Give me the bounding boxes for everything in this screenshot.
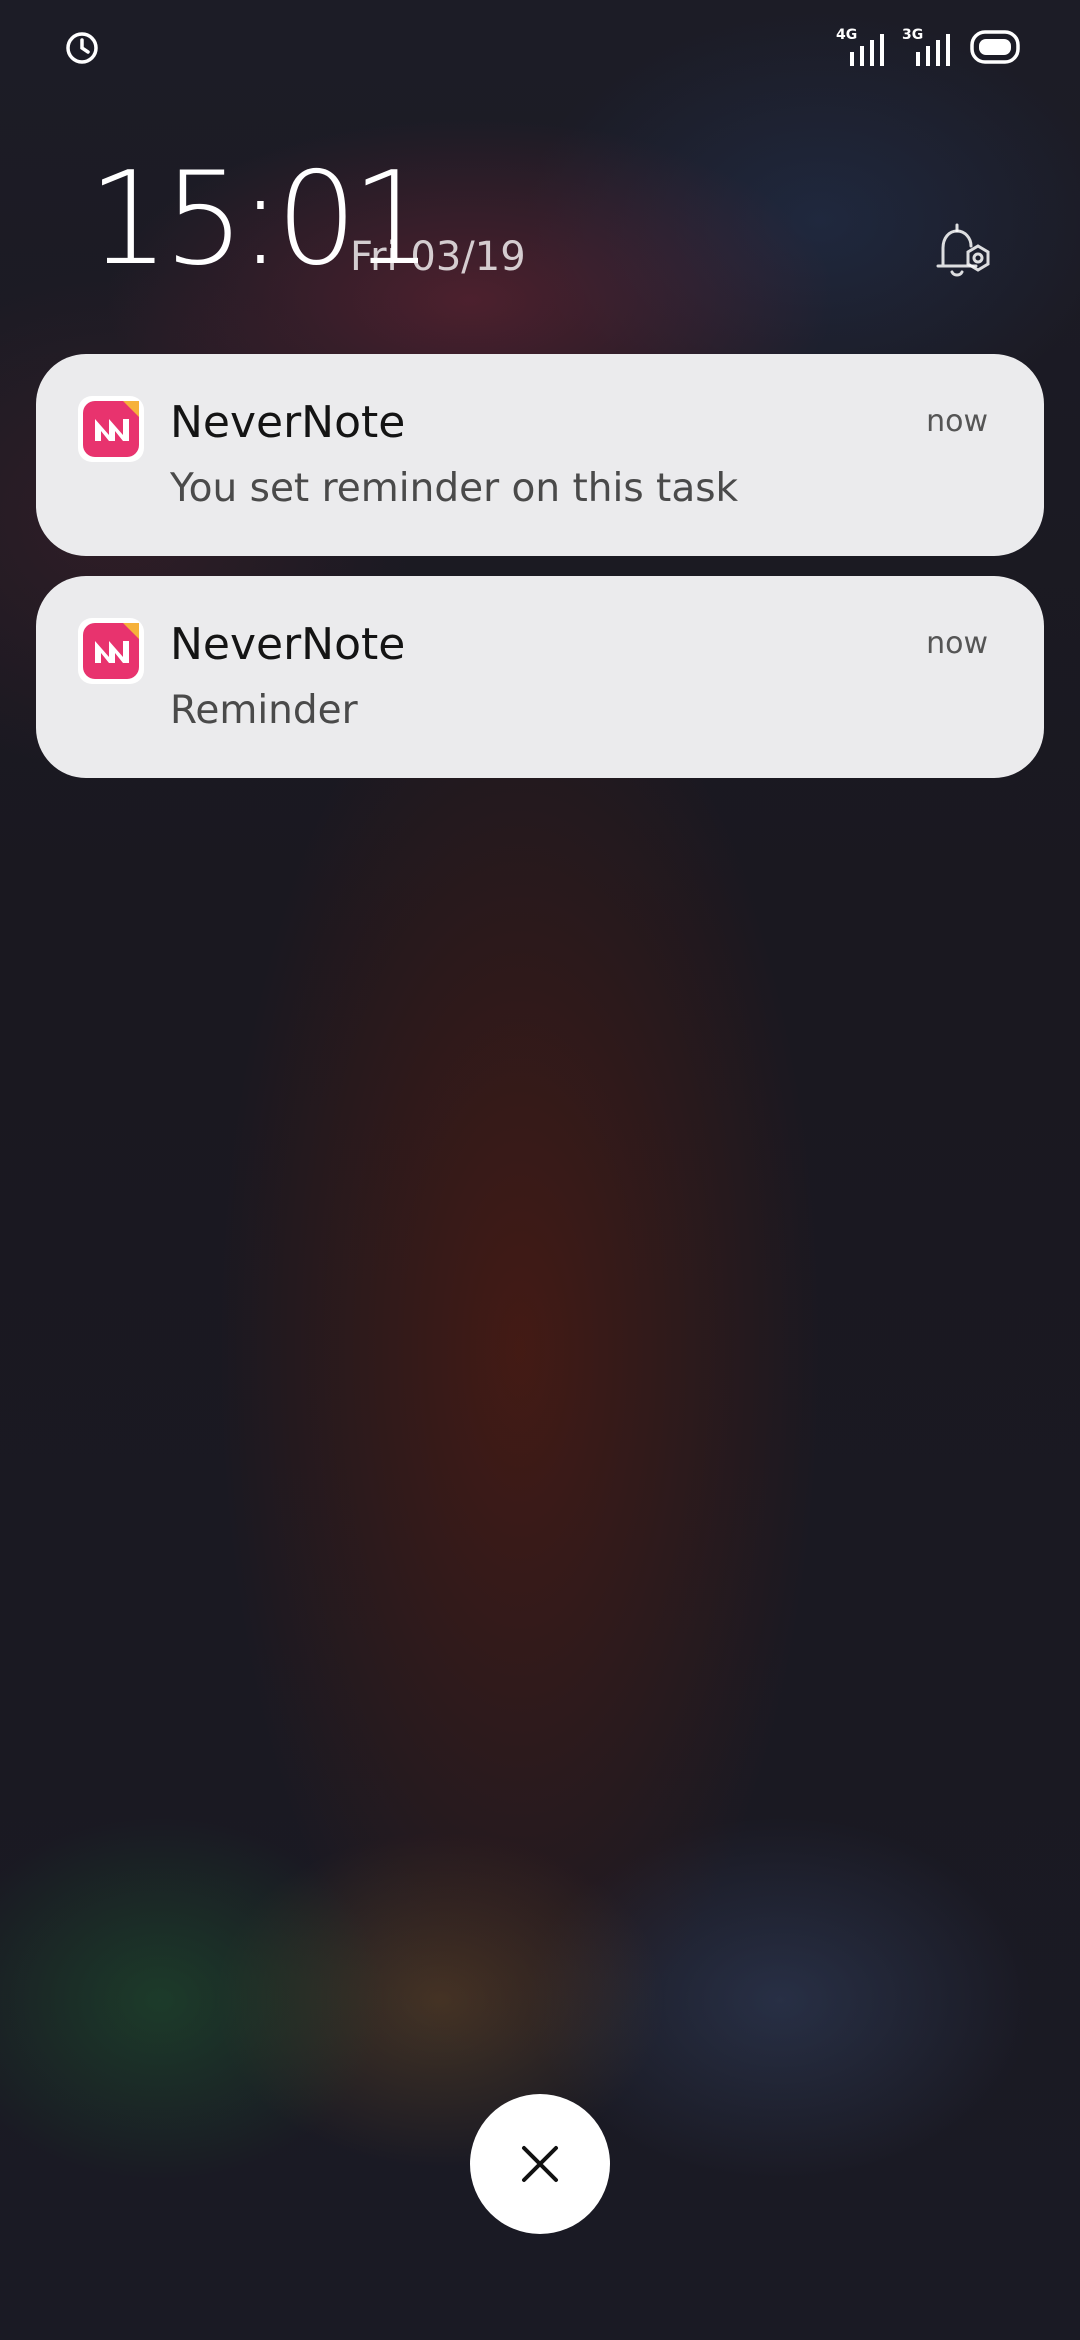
lock-screen-date: Fri 03/19 bbox=[350, 234, 526, 280]
notification-settings-icon[interactable] bbox=[930, 220, 996, 280]
signal-strength-icon bbox=[916, 34, 950, 66]
notification-time: now bbox=[926, 404, 988, 439]
notification-body: Reminder bbox=[170, 688, 358, 733]
close-icon bbox=[522, 2146, 558, 2182]
notification-card[interactable]: NeverNote now Reminder bbox=[36, 576, 1044, 778]
notification-card[interactable]: NeverNote now You set reminder on this t… bbox=[36, 354, 1044, 556]
signal-strength-icon bbox=[850, 34, 884, 66]
notification-time: now bbox=[926, 626, 988, 661]
notification-app-name: NeverNote bbox=[170, 397, 406, 448]
signal-4g: 4G bbox=[836, 28, 892, 68]
status-bar: 4G 3G bbox=[0, 0, 1080, 96]
nevernote-app-icon bbox=[78, 396, 144, 462]
notification-app-name: NeverNote bbox=[170, 619, 406, 670]
signal-3g: 3G bbox=[902, 28, 958, 68]
clear-notifications-button[interactable] bbox=[470, 2094, 610, 2234]
notification-body: You set reminder on this task bbox=[170, 466, 739, 511]
alarm-clock-icon bbox=[66, 32, 98, 64]
battery-icon bbox=[970, 30, 1020, 64]
nevernote-app-icon bbox=[78, 618, 144, 684]
